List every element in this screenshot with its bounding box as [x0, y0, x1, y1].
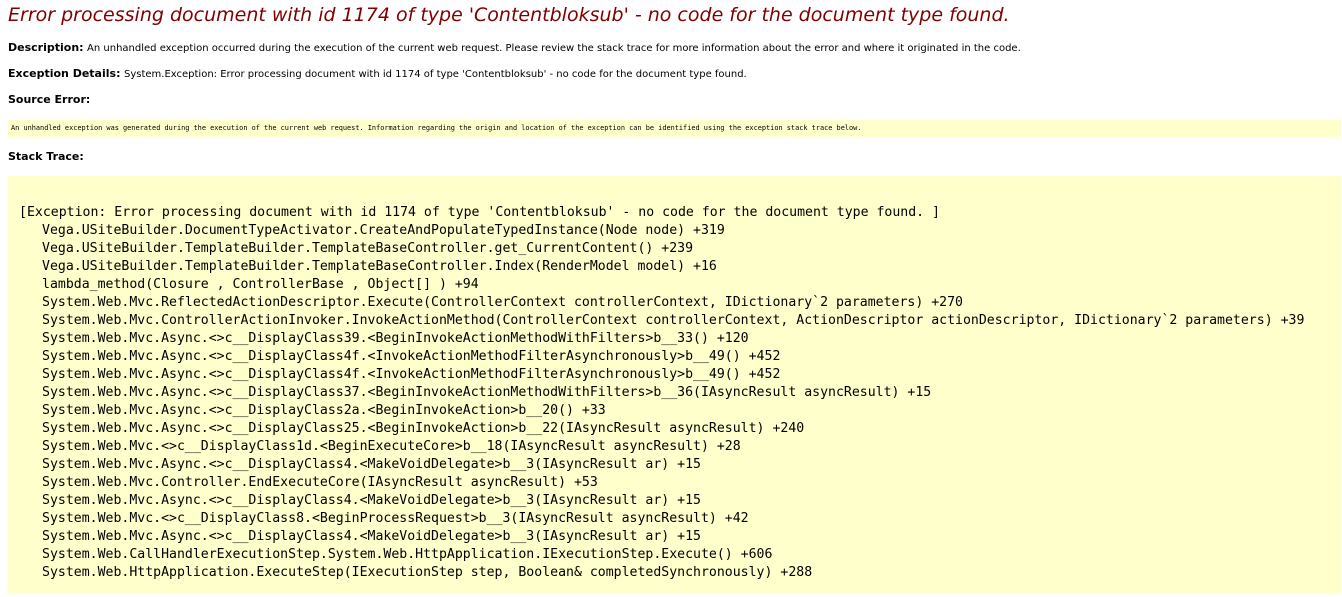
stack-trace-label: Stack Trace:: [8, 150, 84, 163]
stack-trace-line: System.Web.Mvc.<>c__DisplayClass1d.<Begi…: [42, 439, 741, 454]
stack-trace-line: lambda_method(Closure , ControllerBase ,…: [42, 277, 479, 292]
stack-trace-line: System.Web.Mvc.Async.<>c__DisplayClass2a…: [42, 403, 606, 418]
stack-trace-line: Vega.USiteBuilder.TemplateBuilder.Templa…: [42, 259, 717, 274]
stack-trace-lines: Vega.USiteBuilder.DocumentTypeActivator.…: [42, 222, 1304, 582]
stack-trace-line: System.Web.Mvc.<>c__DisplayClass8.<Begin…: [42, 511, 749, 526]
stack-trace-line: System.Web.CallHandlerExecutionStep.Syst…: [42, 547, 773, 562]
stack-trace-line: System.Web.Mvc.Async.<>c__DisplayClass4.…: [42, 529, 701, 544]
stack-trace-line: System.Web.HttpApplication.ExecuteStep(I…: [42, 565, 813, 580]
exception-details: Exception Details: System.Exception: Err…: [8, 67, 747, 82]
source-error-box: An unhandled exception was generated dur…: [8, 120, 1341, 137]
stack-trace-line: System.Web.Mvc.Async.<>c__DisplayClass4f…: [42, 349, 781, 364]
source-error-text: An unhandled exception was generated dur…: [11, 124, 862, 132]
stack-trace-line: System.Web.Mvc.ControllerActionInvoker.I…: [42, 313, 1305, 328]
stack-trace-line: System.Web.Mvc.Async.<>c__DisplayClass37…: [42, 385, 932, 400]
stack-trace-header: [Exception: Error processing document wi…: [19, 205, 940, 220]
stack-trace-line: System.Web.Mvc.Async.<>c__DisplayClass4f…: [42, 367, 781, 382]
stack-trace-line: System.Web.Mvc.Async.<>c__DisplayClass4.…: [42, 457, 701, 472]
stack-trace-line: Vega.USiteBuilder.DocumentTypeActivator.…: [42, 223, 725, 238]
description: Description: An unhandled exception occu…: [8, 41, 1021, 56]
exception-details-label: Exception Details:: [8, 67, 121, 80]
stack-trace-line: System.Web.Mvc.Async.<>c__DisplayClass25…: [42, 421, 805, 436]
stack-trace-line: Vega.USiteBuilder.TemplateBuilder.Templa…: [42, 241, 694, 256]
source-error-label: Source Error:: [8, 93, 91, 106]
page-title: Error processing document with id 1174 o…: [8, 4, 1010, 26]
stack-trace-line: System.Web.Mvc.ReflectedActionDescriptor…: [42, 295, 963, 310]
description-label: Description:: [8, 41, 84, 54]
stack-trace-line: System.Web.Mvc.Controller.EndExecuteCore…: [42, 475, 598, 490]
stack-trace-line: System.Web.Mvc.Async.<>c__DisplayClass4.…: [42, 493, 701, 508]
stack-trace-line: System.Web.Mvc.Async.<>c__DisplayClass39…: [42, 331, 749, 346]
exception-details-text: System.Exception: Error processing docum…: [123, 69, 747, 80]
stack-trace-box: [Exception: Error processing document wi…: [8, 176, 1341, 593]
description-text: An unhandled exception occurred during t…: [87, 43, 1021, 54]
